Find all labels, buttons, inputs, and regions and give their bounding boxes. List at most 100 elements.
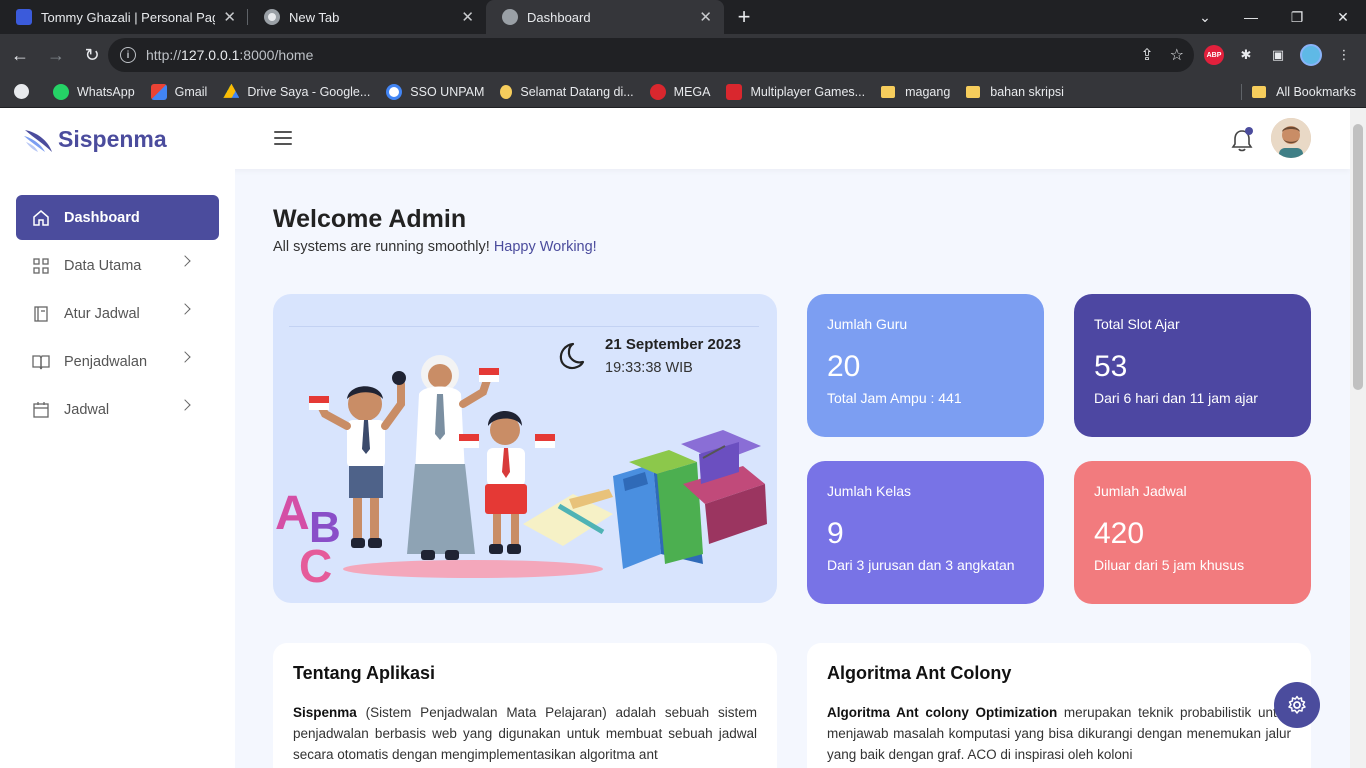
panel-title: Algoritma Ant Colony <box>827 663 1012 683</box>
address-bar[interactable]: i http://127.0.0.1:8000/home ⇪ ☆ <box>108 38 1194 72</box>
dashboard-favicon-icon <box>502 9 518 25</box>
brand-name: Sispenma <box>58 125 167 152</box>
page-title: Welcome Admin <box>273 205 467 233</box>
stat-value: 20 <box>827 350 861 383</box>
drive-icon <box>223 83 240 98</box>
bookmark-folder-magang[interactable]: magang <box>881 85 950 99</box>
bookmark-selamat-datang[interactable]: Selamat Datang di... <box>500 84 634 99</box>
tab-new-tab[interactable]: New Tab ✕ <box>248 0 486 34</box>
stat-card-total-slot-ajar: Total Slot Ajar 53 Dari 6 hari dan 11 ja… <box>1074 294 1311 437</box>
svg-text:A: A <box>275 487 310 540</box>
notification-bell-icon[interactable] <box>1229 127 1255 153</box>
sidebar-item-penjadwalan[interactable]: Penjadwalan <box>16 339 219 384</box>
app-viewport: Sispenma Dashboard Data Utama Atur Jadwa… <box>0 108 1350 768</box>
sso-icon <box>386 83 403 100</box>
stat-subtext: Dari 3 jurusan dan 3 angkatan <box>827 557 1015 573</box>
chevron-right-icon <box>179 303 191 315</box>
chevron-right-icon <box>179 255 191 267</box>
tab-search-icon[interactable]: ⌄ <box>1182 0 1228 34</box>
tab-personal-pages[interactable]: Tommy Ghazali | Personal Pages ✕ <box>0 0 248 34</box>
bookmark-drive[interactable]: Drive Saya - Google... <box>223 83 370 100</box>
site-info-icon[interactable]: i <box>120 47 136 63</box>
back-button[interactable]: ← <box>4 39 36 71</box>
stat-subtext: Dari 6 hari dan 11 jam ajar <box>1094 390 1258 406</box>
bookmark-gmail[interactable]: Gmail <box>150 83 207 100</box>
close-tab-icon[interactable]: ✕ <box>699 8 712 26</box>
panel-algoritma-ant-colony: Algoritma Ant Colony Algoritma Ant colon… <box>807 643 1311 768</box>
stat-subtext: Total Jam Ampu : 441 <box>827 390 962 406</box>
sidebar-item-label: Data Utama <box>64 257 142 274</box>
stat-card-jumlah-kelas: Jumlah Kelas 9 Dari 3 jurusan dan 3 angk… <box>807 461 1044 604</box>
main-content: Welcome Admin All systems are running sm… <box>235 169 1350 768</box>
sidebar-item-atur-jadwal[interactable]: Atur Jadwal <box>16 291 219 336</box>
chevron-right-icon <box>179 351 191 363</box>
stat-label: Jumlah Guru <box>827 316 908 332</box>
bookmark-star-icon[interactable]: ☆ <box>1170 45 1184 65</box>
side-panel-icon[interactable]: ▣ <box>1268 45 1288 65</box>
sidebar-item-dashboard[interactable]: Dashboard <box>16 195 219 240</box>
bookmark-whatsapp[interactable]: WhatsApp <box>53 83 135 100</box>
folder-icon <box>966 85 981 98</box>
brand[interactable]: Sispenma <box>22 122 167 156</box>
panel-tentang-aplikasi: Tentang Aplikasi Sispenma (Sistem Penjad… <box>273 643 777 768</box>
chrome-menu-icon[interactable]: ⋮ <box>1334 45 1354 65</box>
happy-working-text: Happy Working! <box>493 239 597 255</box>
chevron-right-icon <box>179 399 191 411</box>
stat-label: Total Slot Ajar <box>1094 316 1180 332</box>
portfolio-favicon-icon <box>16 9 32 25</box>
book-icon <box>32 305 50 323</box>
forward-button[interactable]: → <box>40 39 72 71</box>
reload-button[interactable]: ↻ <box>76 39 108 71</box>
sidebar-menu: Dashboard Data Utama Atur Jadwal Penjadw… <box>16 195 219 435</box>
stat-value: 53 <box>1094 350 1128 383</box>
folder-icon <box>1252 86 1267 98</box>
settings-gear-button[interactable] <box>1274 682 1320 728</box>
stat-label: Jumlah Jadwal <box>1094 483 1187 499</box>
close-tab-icon[interactable]: ✕ <box>461 8 474 26</box>
bookmark-multiplayer-games[interactable]: Multiplayer Games... <box>726 83 865 100</box>
profile-avatar-icon[interactable] <box>1300 44 1322 66</box>
selamat-icon <box>500 84 513 99</box>
svg-text:C: C <box>299 540 332 592</box>
all-bookmarks-button[interactable]: All Bookmarks <box>1241 76 1356 108</box>
sispenma-logo-icon <box>24 130 52 152</box>
adblock-plus-icon[interactable]: ABP <box>1204 45 1224 65</box>
url-text[interactable]: http://127.0.0.1:8000/home <box>146 47 313 63</box>
sidebar-item-data-utama[interactable]: Data Utama <box>16 243 219 288</box>
browser-tab-strip: Tommy Ghazali | Personal Pages ✕ New Tab… <box>0 0 1366 34</box>
sidebar-item-jadwal[interactable]: Jadwal <box>16 387 219 432</box>
sidebar-item-label: Atur Jadwal <box>64 305 140 322</box>
tab-title: Tommy Ghazali | Personal Pages <box>41 9 216 25</box>
extensions-puzzle-icon[interactable]: ✱ <box>1236 45 1256 65</box>
bookmarks-bar: WhatsApp Gmail Drive Saya - Google... SS… <box>0 76 1366 108</box>
share-icon[interactable]: ⇪ <box>1140 45 1153 65</box>
new-tab-button[interactable]: + <box>724 0 764 34</box>
calendar-icon <box>32 401 50 419</box>
minimize-button[interactable]: — <box>1228 0 1274 34</box>
bookmark-mega[interactable]: MEGA <box>649 83 710 100</box>
bookmark-folder-bahan-skripsi[interactable]: bahan skripsi <box>966 85 1064 99</box>
sidebar-toggle-button[interactable] <box>274 131 292 145</box>
app-header: Sispenma <box>0 108 1350 169</box>
restore-button[interactable]: ❐ <box>1274 0 1320 34</box>
bookmark-sso-unpam[interactable]: SSO UNPAM <box>386 83 484 100</box>
current-date: 21 September 2023 <box>605 336 741 353</box>
close-window-button[interactable]: ✕ <box>1320 0 1366 34</box>
window-controls: ⌄ — ❐ ✕ <box>1182 0 1366 34</box>
gear-icon <box>1288 695 1306 714</box>
mega-icon <box>649 83 666 100</box>
grid-icon <box>32 257 50 275</box>
page-scrollbar[interactable] <box>1350 108 1366 768</box>
sidebar-item-label: Jadwal <box>64 401 110 418</box>
stat-subtext: Diluar dari 5 jam khusus <box>1094 557 1245 573</box>
close-tab-icon[interactable]: ✕ <box>223 8 236 26</box>
scrollbar-thumb[interactable] <box>1353 124 1363 390</box>
stat-value: 9 <box>827 517 844 550</box>
stat-card-jumlah-guru: Jumlah Guru 20 Total Jam Ampu : 441 <box>807 294 1044 437</box>
tab-title: Dashboard <box>527 9 591 25</box>
bookmarks-apps-icon[interactable] <box>14 84 37 99</box>
panel-title: Tentang Aplikasi <box>293 663 436 683</box>
page-subtitle: All systems are running smoothly! Happy … <box>273 239 597 255</box>
user-avatar[interactable] <box>1271 118 1311 158</box>
tab-dashboard[interactable]: Dashboard ✕ <box>486 0 724 34</box>
